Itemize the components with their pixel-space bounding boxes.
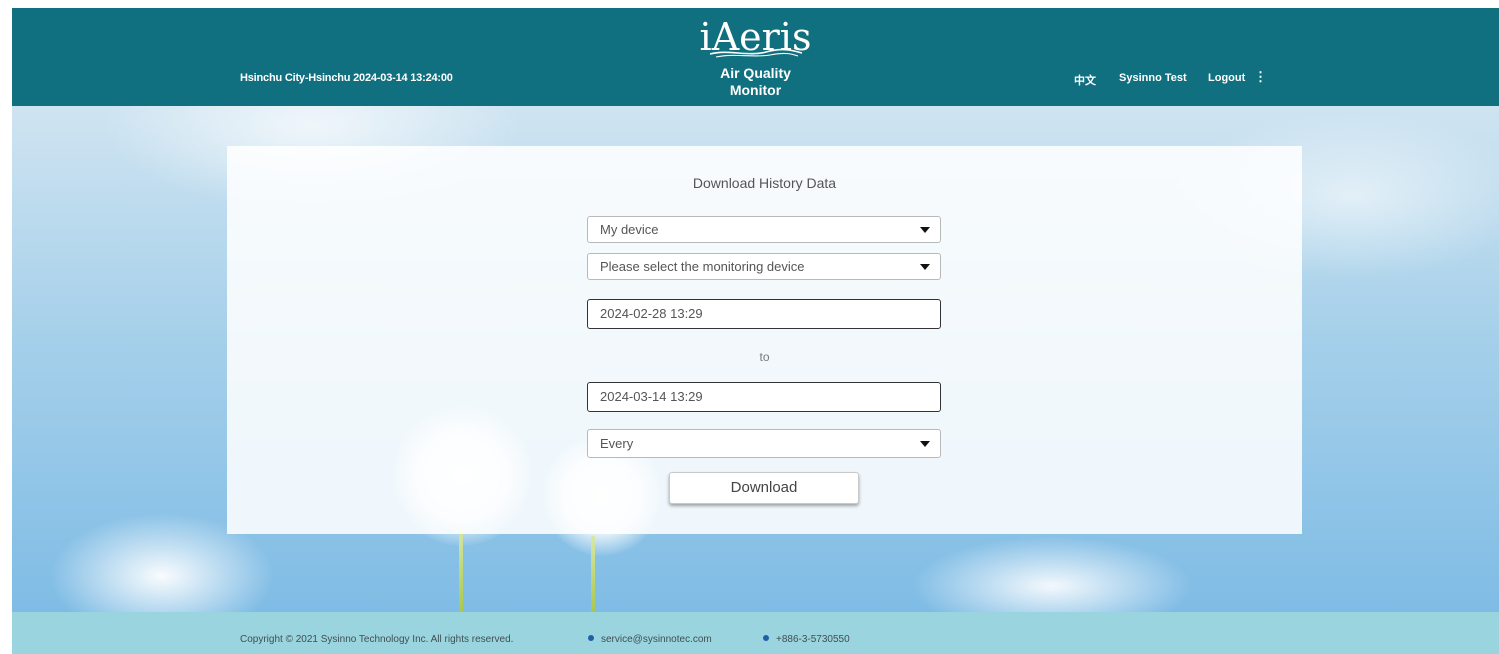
- dandelion-stem: [459, 526, 463, 612]
- logo-container: iAeris: [12, 8, 1499, 58]
- subtitle-line-2: Monitor: [729, 82, 782, 98]
- language-toggle-link[interactable]: 中文: [1074, 72, 1096, 88]
- caret-down-icon: [920, 227, 930, 233]
- dandelion-stem: [591, 536, 595, 612]
- device-group-select[interactable]: My device: [587, 216, 941, 243]
- user-name-link[interactable]: Sysinno Test: [1119, 72, 1187, 84]
- download-button[interactable]: Download: [669, 472, 859, 504]
- caret-down-icon: [920, 264, 930, 270]
- device-value: Please select the monitoring device: [600, 259, 805, 274]
- phone-text: +886-3-5730550: [776, 634, 850, 645]
- start-time-input[interactable]: 2024-02-28 13:29: [587, 299, 941, 329]
- end-time-input[interactable]: 2024-03-14 13:29: [587, 382, 941, 412]
- footer-bar: Copyright © 2021 Sysinno Technology Inc.…: [12, 612, 1499, 654]
- subtitle-line-1: Air Quality: [720, 65, 791, 81]
- header-bar: Hsinchu City-Hsinchu 2024-03-14 13:24:00…: [12, 8, 1499, 106]
- footer-email[interactable]: service@sysinnotec.com: [588, 634, 712, 645]
- range-to-label: to: [759, 350, 770, 364]
- email-link[interactable]: service@sysinnotec.com: [601, 634, 712, 645]
- end-time-value: 2024-03-14 13:29: [600, 389, 703, 404]
- footer-phone[interactable]: +886-3-5730550: [763, 634, 850, 645]
- app-frame: Hsinchu City-Hsinchu 2024-03-14 13:24:00…: [12, 8, 1499, 654]
- start-time-value: 2024-02-28 13:29: [600, 306, 703, 321]
- device-group-value: My device: [600, 222, 659, 237]
- logout-link[interactable]: Logout: [1208, 72, 1245, 84]
- copyright-text: Copyright © 2021 Sysinno Technology Inc.…: [240, 634, 514, 645]
- panel-title: Download History Data: [692, 175, 837, 191]
- more-vert-icon[interactable]: ⋮: [1254, 69, 1267, 85]
- app-subtitle: Air Quality Monitor: [12, 65, 1499, 99]
- bullet-icon: [588, 635, 594, 641]
- caret-down-icon: [920, 441, 930, 447]
- download-panel: Download History Data My device Please s…: [227, 146, 1302, 534]
- device-select[interactable]: Please select the monitoring device: [587, 253, 941, 280]
- bullet-icon: [763, 635, 769, 641]
- interval-value: Every: [600, 436, 634, 451]
- interval-select[interactable]: Every: [587, 429, 941, 458]
